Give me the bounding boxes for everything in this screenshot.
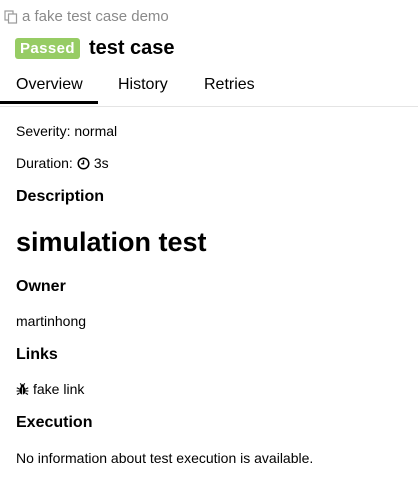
status-badge: Passed <box>15 37 80 59</box>
severity-text: Severity: normal <box>16 123 118 139</box>
description-body: simulation test <box>16 227 207 257</box>
breadcrumb: a fake test case demo <box>4 8 169 26</box>
link-label[interactable]: fake link <box>33 381 84 397</box>
copy-icon[interactable] <box>4 10 18 24</box>
duration-label: Duration: <box>16 155 73 171</box>
owner-heading: Owner <box>16 278 66 295</box>
page-title: test case <box>88 37 175 59</box>
test-header: Passed test case <box>15 37 175 59</box>
duration-value: 3s <box>93 155 109 171</box>
breadcrumb-text: a fake test case demo <box>22 8 169 25</box>
test-case-page: a fake test case demo Passed test case O… <box>0 0 418 499</box>
links-heading: Links <box>16 346 58 363</box>
duration-row: Duration: 3s <box>16 155 109 171</box>
execution-body: No information about test execution is a… <box>16 450 314 466</box>
tab-history[interactable]: History <box>118 66 168 104</box>
clock-icon <box>77 156 90 170</box>
tab-bar: Overview History Retries <box>0 66 418 107</box>
description-heading: Description <box>16 188 105 205</box>
bug-icon <box>16 382 29 396</box>
owner-value: martinhong <box>16 313 87 329</box>
fake-link[interactable]: fake link <box>16 381 84 397</box>
execution-heading: Execution <box>16 414 93 431</box>
tab-retries[interactable]: Retries <box>204 66 255 104</box>
tab-overview[interactable]: Overview <box>0 66 98 104</box>
